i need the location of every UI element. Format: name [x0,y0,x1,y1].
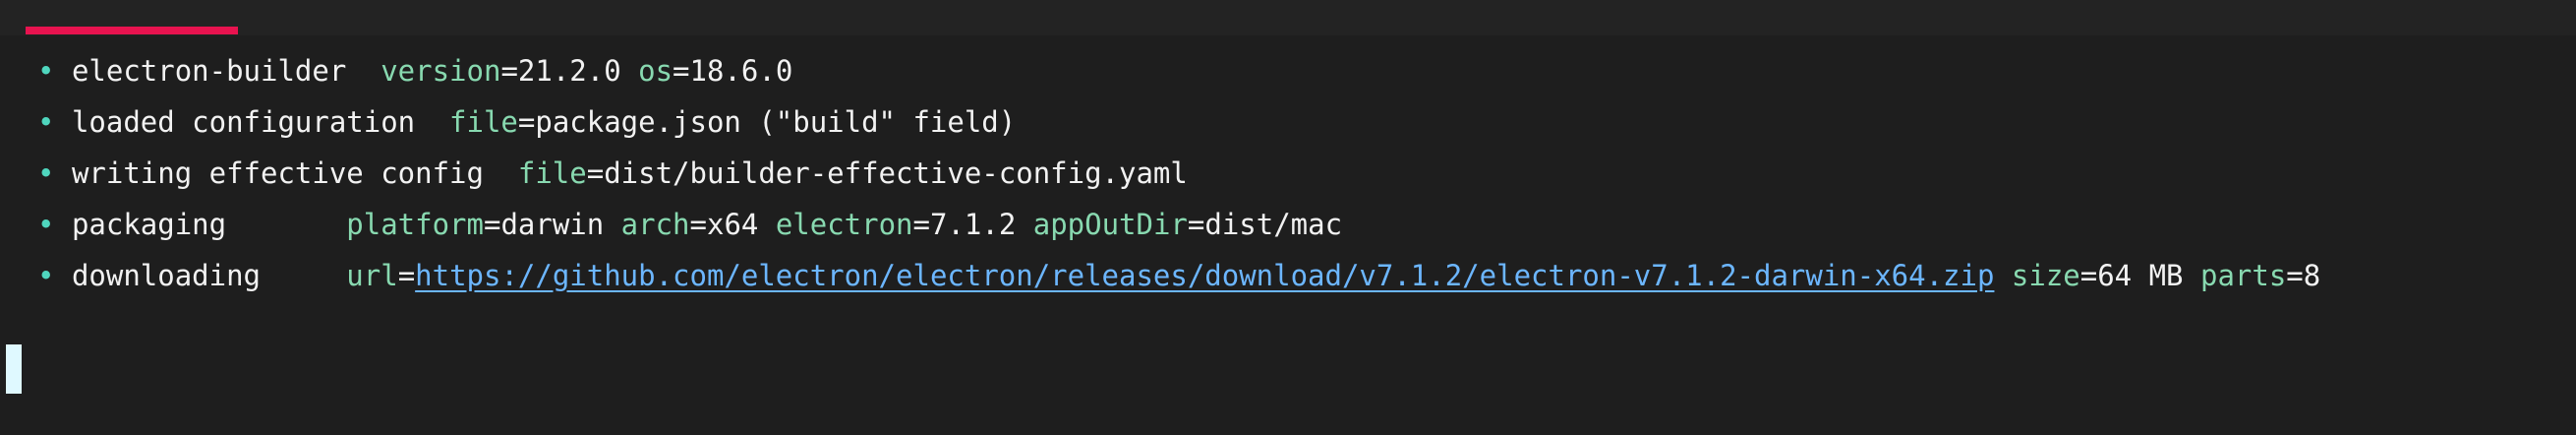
tab-bar [0,0,2576,35]
download-url-link[interactable]: https://github.com/electron/electron/rel… [415,259,1994,292]
log-message: electron-builder [71,54,381,88]
terminal-output: • electron-builder version=21.2.0 os=18.… [37,45,2320,301]
field-key: url [346,259,398,292]
field-key: file [517,156,587,190]
field-value: x64 [706,208,776,241]
bullet-icon: • [37,259,55,292]
field-key: size [2011,259,2080,292]
field-key: os [638,54,673,88]
terminal-cursor[interactable] [6,344,22,394]
field-value: 64 MB [2097,259,2200,292]
output-line: • loaded configuration file=package.json… [37,105,1017,139]
field-value: 18.6.0 [689,54,793,88]
log-message: packaging [71,208,347,241]
field-value: darwin [500,208,621,241]
bullet-icon: • [37,208,55,241]
log-message: loaded configuration [71,105,450,139]
active-tab-indicator[interactable] [26,27,238,34]
bullet-icon: • [37,105,55,139]
output-line: • electron-builder version=21.2.0 os=18.… [37,54,793,88]
field-value: 7.1.2 [929,208,1033,241]
bullet-icon: • [37,156,55,190]
field-value: 8 [2303,259,2321,292]
field-value: dist/mac [1204,208,1343,241]
bullet-icon: • [37,54,55,88]
terminal-window: • electron-builder version=21.2.0 os=18.… [0,0,2576,435]
field-key: arch [620,208,690,241]
field-key: version [381,54,501,88]
output-line: • downloading url=https://github.com/ele… [37,259,2321,292]
field-value: dist/builder-effective-config.yaml [604,156,1188,190]
field-key: appOutDir [1032,208,1188,241]
log-message: writing effective config [71,156,518,190]
output-line: • packaging platform=darwin arch=x64 ele… [37,208,1343,241]
output-line: • writing effective config file=dist/bui… [37,156,1188,190]
field-key: parts [2199,259,2287,292]
log-message: downloading [71,259,347,292]
field-value: 21.2.0 [517,54,639,88]
field-key: file [449,105,518,139]
field-key: electron [775,208,913,241]
field-key: platform [346,208,484,241]
field-value: package.json ("build" field) [535,105,1017,139]
